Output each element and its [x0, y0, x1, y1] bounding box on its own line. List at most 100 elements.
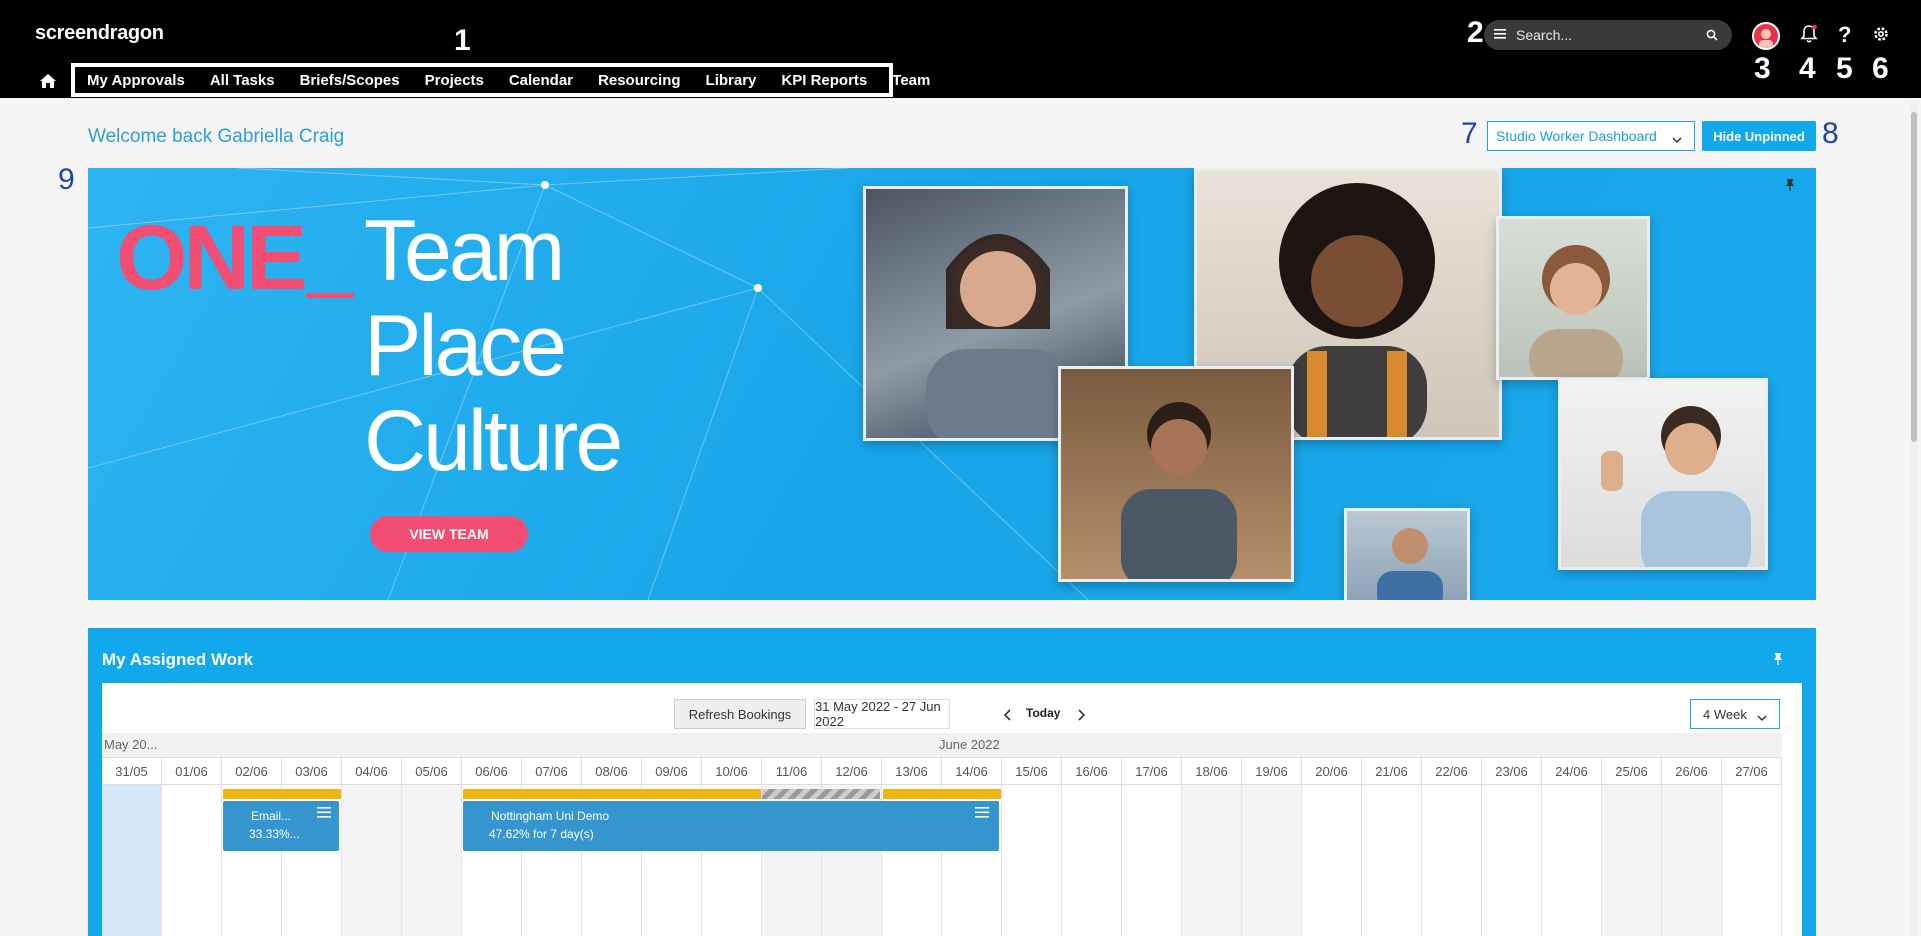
- refresh-bookings-button[interactable]: Refresh Bookings: [674, 699, 806, 729]
- nav-item-team[interactable]: Team: [892, 72, 930, 89]
- calendar-column[interactable]: [1002, 785, 1062, 936]
- menu-icon[interactable]: [975, 807, 989, 821]
- day-header-cell: 27/06: [1722, 757, 1782, 785]
- weekend-allocation-bar: [762, 789, 880, 799]
- calendar-column-weekend[interactable]: [1662, 785, 1722, 936]
- nav-item-projects[interactable]: Projects: [425, 72, 484, 89]
- calendar-column-today[interactable]: [102, 785, 162, 936]
- gear-icon[interactable]: [1872, 25, 1890, 48]
- chevron-left-icon[interactable]: [1003, 708, 1012, 726]
- date-range: 31 May 2022 - 27 Jun 2022: [814, 699, 950, 729]
- day-header-cell: 15/06: [1002, 757, 1062, 785]
- day-header-cell: 07/06: [522, 757, 582, 785]
- calendar-column-weekend[interactable]: [1182, 785, 1242, 936]
- day-header-cell: 13/06: [882, 757, 942, 785]
- calendar-column[interactable]: [1302, 785, 1362, 936]
- help-icon[interactable]: ?: [1838, 22, 1851, 48]
- nav-item-briefs-scopes[interactable]: Briefs/Scopes: [300, 72, 400, 89]
- booking-name: Email...: [251, 809, 292, 823]
- calendar-column[interactable]: [1422, 785, 1482, 936]
- day-header-cell: 20/06: [1302, 757, 1362, 785]
- pin-icon[interactable]: [1772, 652, 1784, 671]
- scrollbar-thumb[interactable]: [1911, 112, 1917, 442]
- my-assigned-work-panel: My Assigned Work Refresh Bookings 31 May…: [88, 628, 1816, 936]
- nav-item-library[interactable]: Library: [706, 72, 757, 89]
- calendar-column[interactable]: [1542, 785, 1602, 936]
- calendar-column-weekend[interactable]: [1242, 785, 1302, 936]
- nav-item-resourcing[interactable]: Resourcing: [598, 72, 681, 89]
- day-header-cell: 02/06: [222, 757, 282, 785]
- notifications-icon[interactable]: [1800, 24, 1818, 49]
- welcome-message: Welcome back Gabriella Craig: [88, 126, 345, 147]
- nav-item-kpi-reports[interactable]: KPI Reports: [781, 72, 867, 89]
- annotation-label: 5: [1836, 52, 1853, 85]
- day-header-cell: 11/06: [762, 757, 822, 785]
- team-photo: [1558, 378, 1768, 570]
- calendar-column[interactable]: [1482, 785, 1542, 936]
- day-header-cell: 10/06: [702, 757, 762, 785]
- day-header-cell: 18/06: [1182, 757, 1242, 785]
- calendar-column-weekend[interactable]: [342, 785, 402, 936]
- day-header-cell: 09/06: [642, 757, 702, 785]
- chevron-right-icon[interactable]: [1077, 708, 1086, 726]
- team-photo: [1344, 508, 1470, 600]
- calendar-column-weekend[interactable]: [1602, 785, 1662, 936]
- nav-item-calendar[interactable]: Calendar: [509, 72, 573, 89]
- today-button[interactable]: Today: [1026, 706, 1060, 720]
- day-header-cell: 06/06: [462, 757, 522, 785]
- day-header-cell: 31/05: [102, 757, 162, 785]
- banner-underscore: [306, 293, 354, 298]
- search-input[interactable]: [1516, 27, 1686, 43]
- hide-unpinned-button[interactable]: Hide Unpinned: [1702, 121, 1816, 151]
- search-icon[interactable]: [1706, 28, 1718, 46]
- chevron-down-icon: [1672, 131, 1682, 147]
- day-header-cell: 22/06: [1422, 757, 1482, 785]
- calendar-column[interactable]: [1722, 785, 1782, 936]
- booking-card[interactable]: Nottingham Uni Demo 47.62% for 7 day(s): [463, 801, 999, 851]
- calendar-column[interactable]: [162, 785, 222, 936]
- month-label: June 2022: [939, 737, 1000, 752]
- team-photo: [1496, 216, 1650, 380]
- day-header-cell: 19/06: [1242, 757, 1302, 785]
- nav-item-all-tasks[interactable]: All Tasks: [210, 72, 275, 89]
- calendar-column[interactable]: [1362, 785, 1422, 936]
- view-range-select[interactable]: 4 Week: [1690, 699, 1780, 729]
- month-header: May 20... June 2022: [102, 733, 1782, 757]
- view-team-button[interactable]: VIEW TEAM: [370, 516, 528, 552]
- main-nav: My Approvals All Tasks Briefs/Scopes Pro…: [71, 63, 930, 97]
- banner-headline-line: Team: [364, 203, 565, 299]
- calendar-column[interactable]: [1062, 785, 1122, 936]
- day-header-cell: 23/06: [1482, 757, 1542, 785]
- pin-icon[interactable]: [1784, 178, 1796, 197]
- panel-title: My Assigned Work: [102, 650, 254, 669]
- annotation-label: 8: [1822, 117, 1839, 150]
- app-logo[interactable]: screendragon: [35, 22, 164, 45]
- calendar-column-weekend[interactable]: [402, 785, 462, 936]
- team-banner: ONE Team Place Culture VIEW TEAM: [88, 168, 1816, 600]
- menu-icon[interactable]: [317, 807, 331, 821]
- day-header-cell: 24/06: [1542, 757, 1602, 785]
- booking-card[interactable]: Email... 33.33%...: [223, 801, 339, 851]
- nav-item-my-approvals[interactable]: My Approvals: [87, 72, 185, 89]
- day-header-cell: 17/06: [1122, 757, 1182, 785]
- resource-calendar: Refresh Bookings 31 May 2022 - 27 Jun 20…: [102, 683, 1802, 936]
- calendar-column[interactable]: [1122, 785, 1182, 936]
- day-header-cell: 25/06: [1602, 757, 1662, 785]
- annotation-label: 3: [1754, 52, 1771, 85]
- annotation-label: 1: [454, 24, 471, 57]
- avatar[interactable]: [1752, 22, 1780, 50]
- search-bar: [1484, 20, 1732, 50]
- menu-icon[interactable]: [1494, 26, 1506, 44]
- dashboard-select-value: Studio Worker Dashboard: [1496, 128, 1657, 144]
- top-header: screendragon My Approvals All Tasks Brie…: [0, 0, 1921, 98]
- annotation-label: 2: [1467, 16, 1484, 49]
- dashboard-select[interactable]: Studio Worker Dashboard: [1487, 121, 1695, 151]
- day-header-cell: 01/06: [162, 757, 222, 785]
- banner-headline-line: Culture: [364, 393, 623, 489]
- day-header-cell: 16/06: [1062, 757, 1122, 785]
- allocation-bar: [463, 789, 761, 799]
- allocation-bar: [883, 789, 1001, 799]
- home-icon[interactable]: [40, 74, 62, 92]
- day-header-cell: 03/06: [282, 757, 342, 785]
- booking-detail: 47.62% for 7 day(s): [489, 827, 594, 841]
